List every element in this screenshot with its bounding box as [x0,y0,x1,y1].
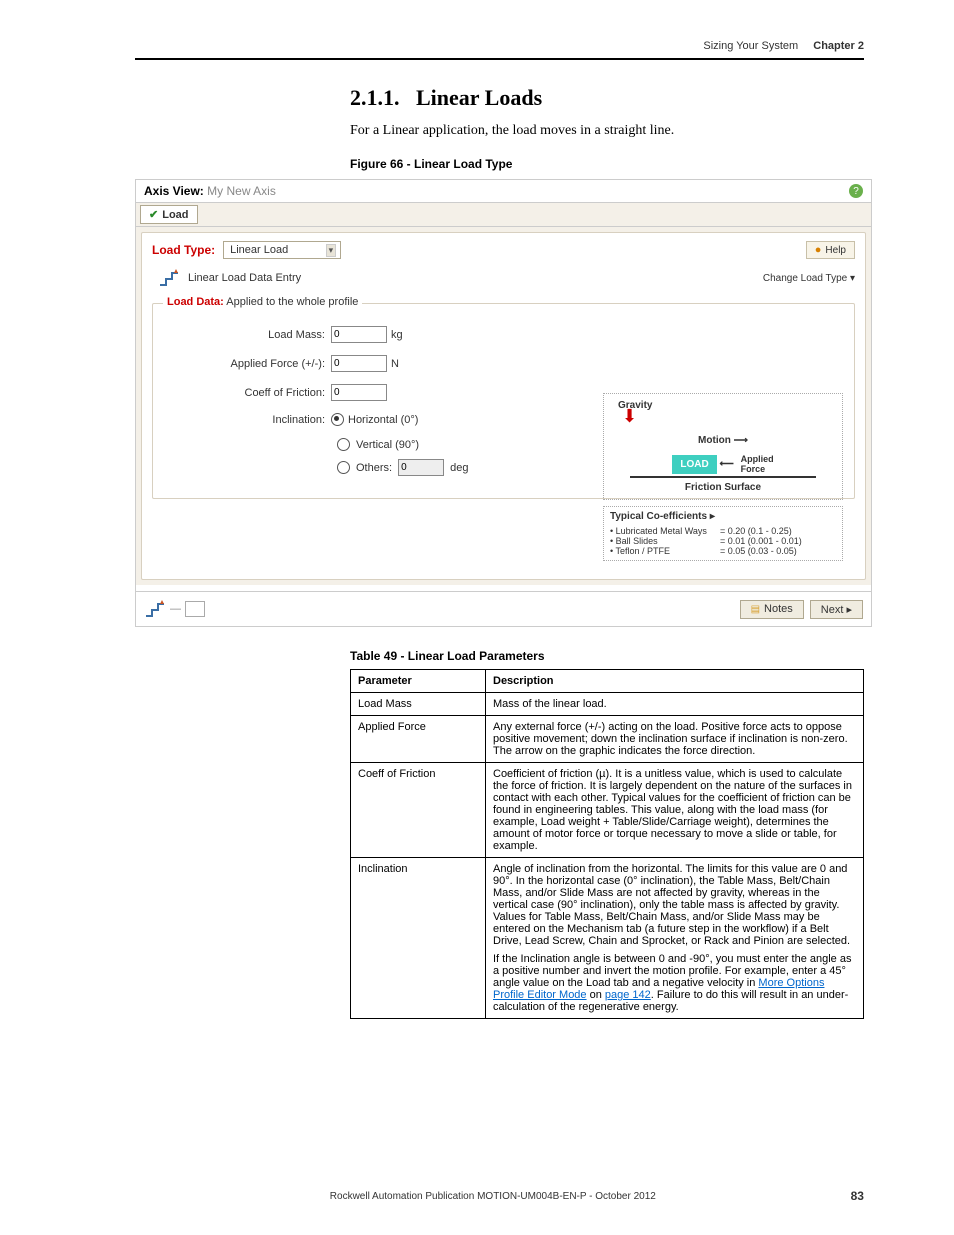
th-description: Description [486,670,864,693]
coeff-title: Typical Co-efficients ▸ [610,511,836,522]
desc-cell: Any external force (+/-) acting on the l… [486,716,864,763]
axis-view-value: My New Axis [207,184,276,198]
entry-title: Linear Load Data Entry [188,272,301,284]
inclination-others-label: Others: [356,462,392,474]
section-heading: 2.1.1. Linear Loads [350,85,864,111]
check-icon: ✔ [149,208,158,221]
inclination-p2: If the Inclination angle is between 0 an… [493,953,856,1013]
notes-icon: ▤ [751,604,760,615]
param-cell: Coeff of Friction [351,763,486,858]
coeff-friction-label: Coeff of Friction: [165,387,331,399]
app-screenshot: Axis View: My New Axis ? ✔ Load Load Typ… [135,179,872,627]
figure-caption: Figure 66 - Linear Load Type [350,157,864,171]
section-title: Linear Loads [416,85,542,110]
running-header: Sizing Your System Chapter 2 [135,40,864,60]
applied-force-input[interactable] [331,355,387,372]
param-cell: Load Mass [351,693,486,716]
applied-force-diagram-label: AppliedForce [741,454,774,474]
profile-icon[interactable] [144,598,166,620]
linear-load-icon [158,267,180,289]
tab-label: Load [162,209,188,221]
inclination-others-input[interactable] [398,459,444,476]
gravity-arrow-icon: ⬇ [610,411,836,421]
inclination-horizontal-label: Horizontal (0°) [348,414,418,426]
page-number: 83 [851,1189,864,1203]
parameters-table: Parameter Description Load Mass Mass of … [350,669,864,1019]
typical-coefficients-box: Typical Co-efficients ▸ • Lubricated Met… [603,506,843,561]
next-button[interactable]: Next ▸ [810,600,863,619]
desc-cell: Mass of the linear load. [486,693,864,716]
fieldset-label-rest: Applied to the whole profile [226,296,358,308]
header-chapter: Chapter 2 [813,40,864,52]
motion-label: Motion ⟶ [610,435,836,446]
header-title: Sizing Your System [703,40,798,52]
inclination-others-radio[interactable] [337,461,350,474]
fieldset-label-bold: Load Data: [167,296,224,308]
inclination-label: Inclination: [165,414,331,426]
bottom-toolbar: — ▤ Notes Next ▸ [136,591,871,626]
table-row: Inclination Angle of inclination from th… [351,858,864,1019]
inclination-horizontal-radio[interactable] [331,413,344,426]
load-type-label: Load Type: [152,243,215,257]
inclination-others-unit: deg [450,462,468,474]
load-mass-unit: kg [391,329,403,341]
param-cell: Inclination [351,858,486,1019]
inclination-p1: Angle of inclination from the horizontal… [493,863,856,947]
th-parameter: Parameter [351,670,486,693]
applied-force-unit: N [391,358,399,370]
tab-load[interactable]: ✔ Load [140,205,198,224]
help-icon[interactable]: ? [849,184,863,198]
table-row: Load Mass Mass of the linear load. [351,693,864,716]
notes-button[interactable]: ▤ Notes [740,600,804,619]
inclination-vertical-label: Vertical (90°) [356,439,419,451]
change-load-type-link[interactable]: Change Load Type ▾ [763,273,855,284]
inclination-vertical-radio[interactable] [337,438,350,451]
tab-strip: ✔ Load [136,202,871,227]
load-diagram: Gravity ⬇ Motion ⟶ LOAD ⟵ AppliedForce F… [603,393,843,561]
table-title: Table 49 - Linear Load Parameters [350,649,864,663]
friction-surface-line [630,476,816,478]
page-footer: Rockwell Automation Publication MOTION-U… [135,1189,864,1203]
load-mass-label: Load Mass: [165,329,331,341]
link-page-142[interactable]: page 142 [605,989,651,1001]
param-cell: Applied Force [351,716,486,763]
help-button[interactable]: ● Help [806,241,855,259]
friction-surface-label: Friction Surface [610,482,836,493]
load-block: LOAD [672,455,716,474]
help-bulb-icon: ● [815,244,822,256]
intro-text: For a Linear application, the load moves… [350,123,864,139]
load-mass-input[interactable] [331,326,387,343]
arrow-left-icon: ⟵ [720,459,734,470]
gravity-label: Gravity [610,400,836,411]
panel: Load Type: Linear Load ● Help Linear L [136,227,871,585]
desc-cell: Coefficient of friction (µ). It is a uni… [486,763,864,858]
section-number: 2.1.1. [350,85,400,110]
load-type-combo[interactable]: Linear Load [223,241,341,259]
desc-cell: Angle of inclination from the horizontal… [486,858,864,1019]
axis-view-label: Axis View: [144,184,204,198]
placeholder-icon[interactable] [185,601,205,617]
axis-view-bar: Axis View: My New Axis ? [136,180,871,202]
table-row: Coeff of Friction Coefficient of frictio… [351,763,864,858]
applied-force-label: Applied Force (+/-): [165,358,331,370]
publication-info: Rockwell Automation Publication MOTION-U… [330,1191,656,1202]
table-row: Applied Force Any external force (+/-) a… [351,716,864,763]
coeff-friction-input[interactable] [331,384,387,401]
